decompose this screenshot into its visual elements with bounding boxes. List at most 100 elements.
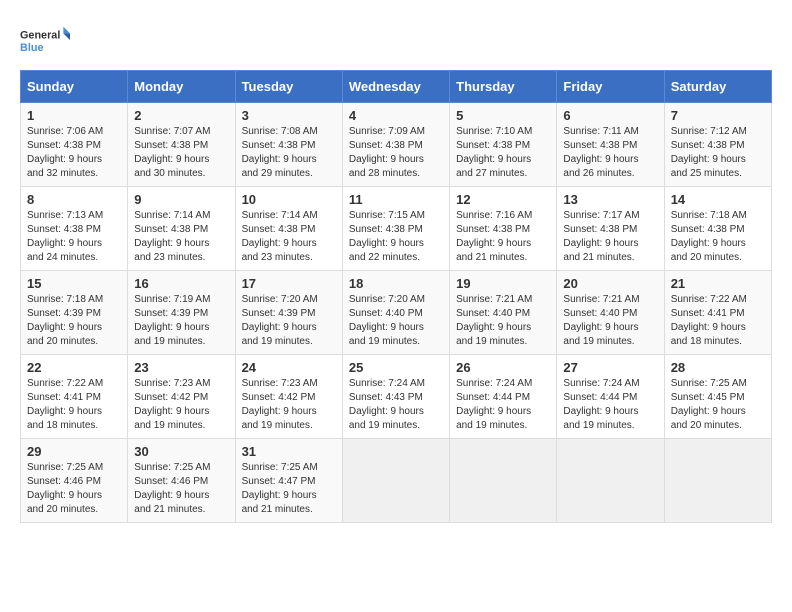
day-number: 29 <box>27 444 121 459</box>
day-info: Sunrise: 7:19 AMSunset: 4:39 PMDaylight:… <box>134 294 210 347</box>
day-cell: 22 Sunrise: 7:22 AMSunset: 4:41 PMDaylig… <box>21 355 128 439</box>
day-number: 5 <box>456 108 550 123</box>
day-cell: 17 Sunrise: 7:20 AMSunset: 4:39 PMDaylig… <box>235 271 342 355</box>
day-cell: 18 Sunrise: 7:20 AMSunset: 4:40 PMDaylig… <box>342 271 449 355</box>
day-info: Sunrise: 7:23 AMSunset: 4:42 PMDaylight:… <box>242 378 318 431</box>
header-cell-sunday: Sunday <box>21 71 128 103</box>
day-info: Sunrise: 7:06 AMSunset: 4:38 PMDaylight:… <box>27 126 103 179</box>
header-cell-monday: Monday <box>128 71 235 103</box>
day-info: Sunrise: 7:24 AMSunset: 4:43 PMDaylight:… <box>349 378 425 431</box>
week-row-2: 8 Sunrise: 7:13 AMSunset: 4:38 PMDayligh… <box>21 187 772 271</box>
day-info: Sunrise: 7:25 AMSunset: 4:46 PMDaylight:… <box>134 462 210 515</box>
week-row-1: 1 Sunrise: 7:06 AMSunset: 4:38 PMDayligh… <box>21 103 772 187</box>
day-cell: 25 Sunrise: 7:24 AMSunset: 4:43 PMDaylig… <box>342 355 449 439</box>
day-cell: 10 Sunrise: 7:14 AMSunset: 4:38 PMDaylig… <box>235 187 342 271</box>
day-cell: 2 Sunrise: 7:07 AMSunset: 4:38 PMDayligh… <box>128 103 235 187</box>
day-cell: 29 Sunrise: 7:25 AMSunset: 4:46 PMDaylig… <box>21 439 128 523</box>
header-cell-saturday: Saturday <box>664 71 771 103</box>
day-cell <box>450 439 557 523</box>
svg-text:General: General <box>20 29 60 41</box>
calendar-table: SundayMondayTuesdayWednesdayThursdayFrid… <box>20 70 772 523</box>
day-number: 13 <box>563 192 657 207</box>
day-cell: 3 Sunrise: 7:08 AMSunset: 4:38 PMDayligh… <box>235 103 342 187</box>
day-info: Sunrise: 7:11 AMSunset: 4:38 PMDaylight:… <box>563 126 638 179</box>
day-info: Sunrise: 7:22 AMSunset: 4:41 PMDaylight:… <box>27 378 103 431</box>
day-cell: 15 Sunrise: 7:18 AMSunset: 4:39 PMDaylig… <box>21 271 128 355</box>
day-cell: 12 Sunrise: 7:16 AMSunset: 4:38 PMDaylig… <box>450 187 557 271</box>
day-cell: 27 Sunrise: 7:24 AMSunset: 4:44 PMDaylig… <box>557 355 664 439</box>
day-number: 25 <box>349 360 443 375</box>
day-number: 10 <box>242 192 336 207</box>
day-number: 17 <box>242 276 336 291</box>
day-cell: 5 Sunrise: 7:10 AMSunset: 4:38 PMDayligh… <box>450 103 557 187</box>
day-cell: 30 Sunrise: 7:25 AMSunset: 4:46 PMDaylig… <box>128 439 235 523</box>
svg-text:Blue: Blue <box>20 42 43 54</box>
day-number: 31 <box>242 444 336 459</box>
day-cell: 13 Sunrise: 7:17 AMSunset: 4:38 PMDaylig… <box>557 187 664 271</box>
day-info: Sunrise: 7:14 AMSunset: 4:38 PMDaylight:… <box>134 210 210 263</box>
day-cell: 19 Sunrise: 7:21 AMSunset: 4:40 PMDaylig… <box>450 271 557 355</box>
day-cell <box>664 439 771 523</box>
day-number: 27 <box>563 360 657 375</box>
week-row-4: 22 Sunrise: 7:22 AMSunset: 4:41 PMDaylig… <box>21 355 772 439</box>
day-number: 14 <box>671 192 765 207</box>
day-info: Sunrise: 7:20 AMSunset: 4:39 PMDaylight:… <box>242 294 318 347</box>
logo-svg: General Blue <box>20 20 70 60</box>
day-number: 24 <box>242 360 336 375</box>
day-info: Sunrise: 7:22 AMSunset: 4:41 PMDaylight:… <box>671 294 747 347</box>
day-cell: 14 Sunrise: 7:18 AMSunset: 4:38 PMDaylig… <box>664 187 771 271</box>
day-cell: 11 Sunrise: 7:15 AMSunset: 4:38 PMDaylig… <box>342 187 449 271</box>
day-cell: 24 Sunrise: 7:23 AMSunset: 4:42 PMDaylig… <box>235 355 342 439</box>
day-number: 21 <box>671 276 765 291</box>
day-info: Sunrise: 7:12 AMSunset: 4:38 PMDaylight:… <box>671 126 747 179</box>
day-info: Sunrise: 7:10 AMSunset: 4:38 PMDaylight:… <box>456 126 532 179</box>
day-cell: 4 Sunrise: 7:09 AMSunset: 4:38 PMDayligh… <box>342 103 449 187</box>
day-number: 22 <box>27 360 121 375</box>
day-number: 1 <box>27 108 121 123</box>
week-row-3: 15 Sunrise: 7:18 AMSunset: 4:39 PMDaylig… <box>21 271 772 355</box>
day-number: 11 <box>349 192 443 207</box>
day-cell: 9 Sunrise: 7:14 AMSunset: 4:38 PMDayligh… <box>128 187 235 271</box>
day-cell: 31 Sunrise: 7:25 AMSunset: 4:47 PMDaylig… <box>235 439 342 523</box>
day-info: Sunrise: 7:07 AMSunset: 4:38 PMDaylight:… <box>134 126 210 179</box>
day-number: 6 <box>563 108 657 123</box>
day-info: Sunrise: 7:25 AMSunset: 4:46 PMDaylight:… <box>27 462 103 515</box>
day-cell <box>342 439 449 523</box>
day-info: Sunrise: 7:13 AMSunset: 4:38 PMDaylight:… <box>27 210 103 263</box>
day-number: 20 <box>563 276 657 291</box>
page-header: General Blue <box>20 20 772 60</box>
day-info: Sunrise: 7:24 AMSunset: 4:44 PMDaylight:… <box>563 378 639 431</box>
header-row: SundayMondayTuesdayWednesdayThursdayFrid… <box>21 71 772 103</box>
day-info: Sunrise: 7:25 AMSunset: 4:45 PMDaylight:… <box>671 378 747 431</box>
day-cell: 16 Sunrise: 7:19 AMSunset: 4:39 PMDaylig… <box>128 271 235 355</box>
day-cell: 21 Sunrise: 7:22 AMSunset: 4:41 PMDaylig… <box>664 271 771 355</box>
day-info: Sunrise: 7:20 AMSunset: 4:40 PMDaylight:… <box>349 294 425 347</box>
day-number: 19 <box>456 276 550 291</box>
day-info: Sunrise: 7:17 AMSunset: 4:38 PMDaylight:… <box>563 210 639 263</box>
week-row-5: 29 Sunrise: 7:25 AMSunset: 4:46 PMDaylig… <box>21 439 772 523</box>
day-number: 30 <box>134 444 228 459</box>
day-cell: 6 Sunrise: 7:11 AMSunset: 4:38 PMDayligh… <box>557 103 664 187</box>
day-info: Sunrise: 7:15 AMSunset: 4:38 PMDaylight:… <box>349 210 425 263</box>
day-number: 15 <box>27 276 121 291</box>
day-number: 28 <box>671 360 765 375</box>
day-info: Sunrise: 7:18 AMSunset: 4:38 PMDaylight:… <box>671 210 747 263</box>
day-cell: 8 Sunrise: 7:13 AMSunset: 4:38 PMDayligh… <box>21 187 128 271</box>
day-number: 23 <box>134 360 228 375</box>
day-number: 7 <box>671 108 765 123</box>
header-cell-friday: Friday <box>557 71 664 103</box>
day-info: Sunrise: 7:24 AMSunset: 4:44 PMDaylight:… <box>456 378 532 431</box>
day-cell: 20 Sunrise: 7:21 AMSunset: 4:40 PMDaylig… <box>557 271 664 355</box>
day-number: 3 <box>242 108 336 123</box>
day-number: 16 <box>134 276 228 291</box>
day-number: 18 <box>349 276 443 291</box>
day-info: Sunrise: 7:09 AMSunset: 4:38 PMDaylight:… <box>349 126 425 179</box>
day-number: 4 <box>349 108 443 123</box>
day-number: 8 <box>27 192 121 207</box>
day-info: Sunrise: 7:23 AMSunset: 4:42 PMDaylight:… <box>134 378 210 431</box>
day-info: Sunrise: 7:16 AMSunset: 4:38 PMDaylight:… <box>456 210 532 263</box>
day-cell: 1 Sunrise: 7:06 AMSunset: 4:38 PMDayligh… <box>21 103 128 187</box>
day-info: Sunrise: 7:21 AMSunset: 4:40 PMDaylight:… <box>456 294 532 347</box>
day-info: Sunrise: 7:14 AMSunset: 4:38 PMDaylight:… <box>242 210 318 263</box>
day-cell: 7 Sunrise: 7:12 AMSunset: 4:38 PMDayligh… <box>664 103 771 187</box>
